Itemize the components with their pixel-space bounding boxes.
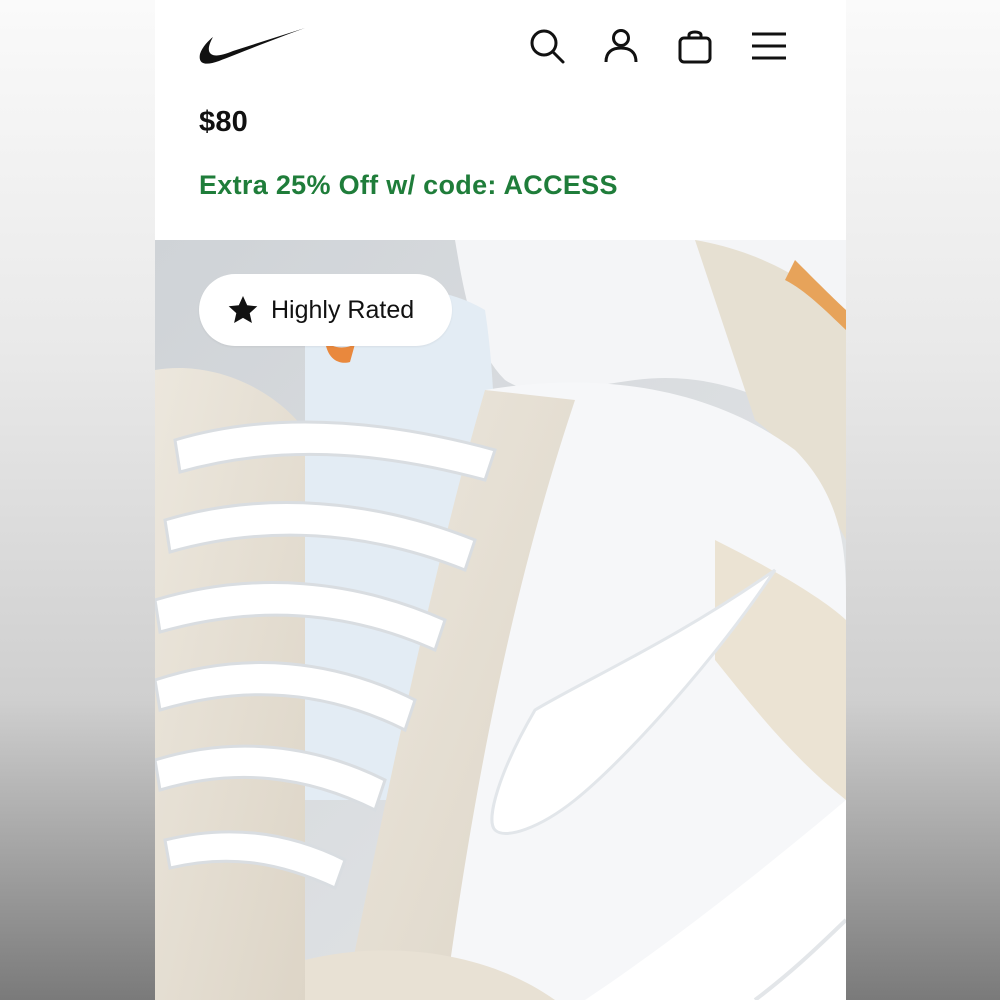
product-image[interactable] bbox=[155, 240, 846, 1000]
top-nav bbox=[155, 0, 846, 95]
product-page: $80 Extra 25% Off w/ code: ACCESS Highly… bbox=[155, 0, 846, 1000]
backdrop-left bbox=[0, 0, 155, 1000]
product-price: $80 bbox=[199, 106, 248, 138]
star-icon bbox=[228, 296, 258, 323]
promo-code-text: Extra 25% Off w/ code: ACCESS bbox=[199, 170, 618, 200]
menu-icon[interactable] bbox=[749, 26, 789, 66]
backdrop-right bbox=[846, 0, 1000, 1000]
account-icon[interactable] bbox=[601, 26, 641, 66]
bag-icon[interactable] bbox=[675, 26, 715, 66]
highly-rated-badge: Highly Rated bbox=[199, 274, 453, 346]
badge-label: Highly Rated bbox=[271, 295, 415, 324]
sneaker-illustration bbox=[155, 240, 846, 1000]
search-icon[interactable] bbox=[527, 26, 567, 66]
nike-swoosh-logo[interactable] bbox=[197, 26, 307, 68]
